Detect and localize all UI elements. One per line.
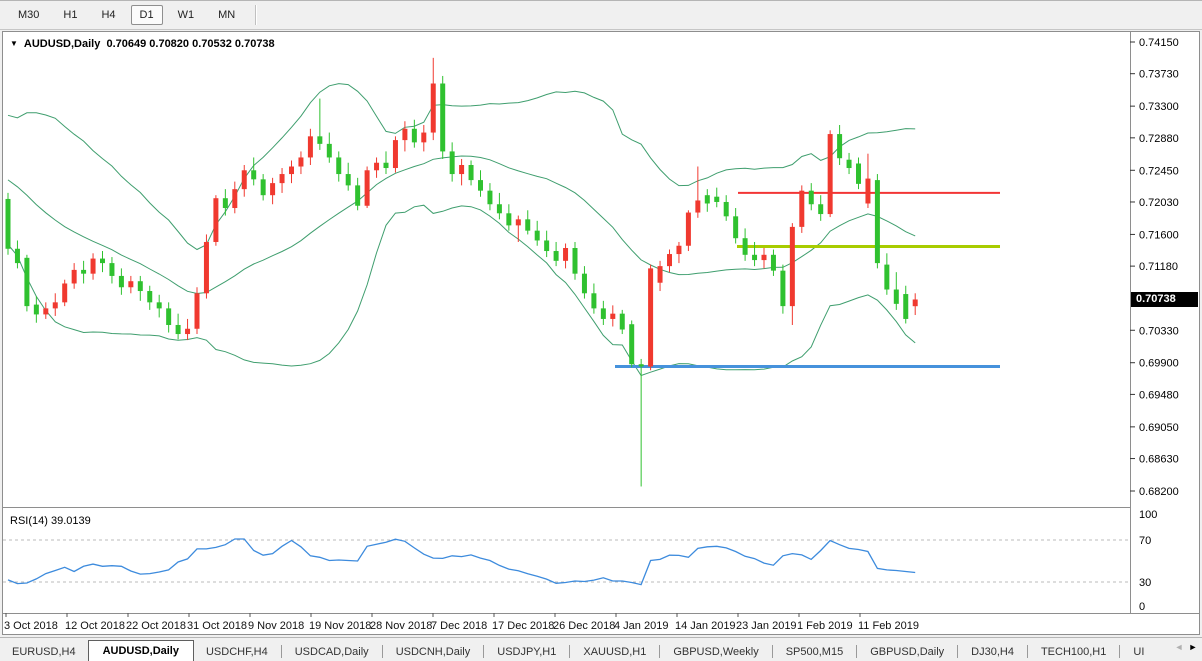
tab-separator: [772, 645, 773, 658]
chart-ohlc-values: 0.70649 0.70820 0.70532 0.70738: [106, 38, 274, 50]
tab-sp500-m15[interactable]: SP500,M15: [774, 642, 855, 661]
tab-usdcnh-daily[interactable]: USDCNH,Daily: [384, 642, 483, 661]
chart-window[interactable]: [2, 31, 1200, 635]
timeframe-button-m30[interactable]: M30: [9, 5, 48, 25]
tab-separator: [382, 645, 383, 658]
tab-ui[interactable]: UI: [1121, 642, 1156, 661]
timeframe-toolbar: M30 H1 H4 D1 W1MN: [0, 1, 1202, 30]
timeframe-button-mn[interactable]: MN: [209, 5, 244, 25]
tab-separator: [1119, 645, 1120, 658]
chart-symbol-label: AUDUSD,Daily: [24, 38, 100, 50]
tab-separator: [281, 645, 282, 658]
rsi-indicator-label: RSI(14) 39.0139: [10, 515, 91, 527]
tab-separator: [957, 645, 958, 658]
timeframe-button-d1[interactable]: D1: [131, 5, 163, 25]
tab-gbpusd-daily[interactable]: GBPUSD,Daily: [858, 642, 956, 661]
pane-separator-groove: [3, 508, 1130, 510]
tab-tech100-h1[interactable]: TECH100,H1: [1029, 642, 1118, 661]
tab-eurusd-h4[interactable]: EURUSD,H4: [0, 642, 88, 661]
tab-usdcad-daily[interactable]: USDCAD,Daily: [283, 642, 381, 661]
tab-xauusd-h1[interactable]: XAUUSD,H1: [571, 642, 658, 661]
tab-dj30-h4[interactable]: DJ30,H4: [959, 642, 1026, 661]
tab-scroll-right-icon[interactable]: ►: [1186, 642, 1200, 652]
tab-audusd-daily[interactable]: AUDUSD,Daily: [88, 640, 194, 661]
tab-usdjpy-h1[interactable]: USDJPY,H1: [485, 642, 568, 661]
chart-title-collapse-icon[interactable]: ▼: [10, 39, 18, 48]
tab-usdchf-h4[interactable]: USDCHF,H4: [194, 642, 280, 661]
tab-separator: [483, 645, 484, 658]
chart-title: ▼ AUDUSD,Daily 0.70649 0.70820 0.70532 0.…: [10, 38, 275, 50]
tab-separator: [1027, 645, 1028, 658]
toolbar-separator: [255, 5, 257, 25]
tab-scroll-controls: ◄►: [1166, 641, 1200, 653]
tab-gbpusd-weekly[interactable]: GBPUSD,Weekly: [661, 642, 770, 661]
timeframe-button-w1[interactable]: W1: [169, 5, 204, 25]
tab-separator: [856, 645, 857, 658]
tab-separator: [569, 645, 570, 658]
tab-scroll-left-icon[interactable]: ◄: [1172, 642, 1186, 652]
tab-separator: [659, 645, 660, 658]
date-axis-border: [3, 613, 1199, 614]
chart-tab-bar: EURUSD,H4AUDUSD,DailyUSDCHF,H4USDCAD,Dai…: [0, 637, 1202, 661]
timeframe-button-h1[interactable]: H1: [54, 5, 86, 25]
rsi-current-value: 39.0139: [51, 515, 91, 527]
trading-platform-window: M30H1H4D1W1MN 0.741500.737300.733000.728…: [0, 0, 1202, 661]
price-axis-border: [1130, 32, 1131, 613]
pane-separator[interactable]: [3, 507, 1130, 508]
timeframe-button-h4[interactable]: H4: [92, 5, 124, 25]
current-price-tag: 0.70738: [1131, 292, 1198, 307]
